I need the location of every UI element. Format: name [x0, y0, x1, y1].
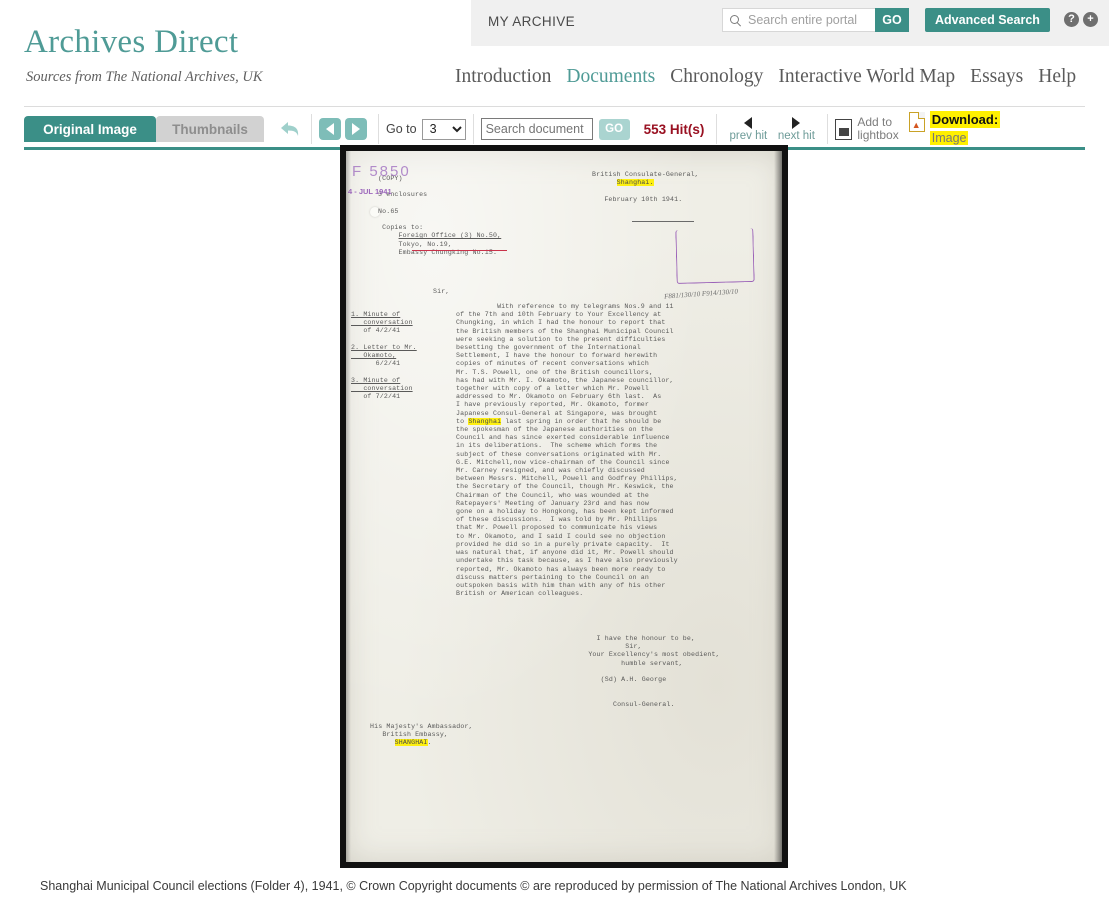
add-to-lightbox-button[interactable]: Add to lightbox	[835, 116, 899, 142]
previous-page-button[interactable]	[319, 118, 341, 140]
undo-icon[interactable]	[276, 116, 304, 142]
nav-item-introduction[interactable]: Introduction	[455, 66, 551, 88]
portal-search-box	[722, 8, 875, 32]
body-part-1: With reference to my telegrams Nos.9 and…	[456, 303, 674, 425]
search-icon	[729, 14, 742, 27]
margin-note-3a: 3. Minute of	[351, 376, 401, 384]
my-archive-link[interactable]: MY ARCHIVE	[488, 14, 575, 29]
site-tagline: Sources from The National Archives, UK	[26, 69, 263, 85]
site-logo[interactable]: Archives Direct	[24, 24, 238, 61]
advanced-search-button[interactable]: Advanced Search	[925, 8, 1050, 32]
hit-count-label: 553 Hit(s)	[643, 121, 705, 137]
toolbar-divider-4	[716, 114, 718, 144]
document-image-viewer[interactable]: (COPY) 3 enclosures No.65 Copies to: For…	[340, 145, 788, 868]
stamp-date: 4 - JUL 1941	[348, 187, 392, 196]
nav-item-interactive-world-map[interactable]: Interactive World Map	[778, 66, 955, 88]
body-highlight-shanghai: Shanghai	[468, 417, 502, 425]
lightbox-label-line1: Add to	[857, 115, 893, 129]
nav-item-help[interactable]: Help	[1038, 66, 1076, 88]
lightbox-labels: Add to lightbox	[857, 116, 898, 142]
search-document-go-button[interactable]: GO	[598, 118, 630, 140]
nav-item-documents[interactable]: Documents	[566, 66, 655, 88]
nav-item-chronology[interactable]: Chronology	[670, 66, 763, 88]
margin-note-2b: Okamoto,	[351, 352, 397, 360]
red-underline-annotation	[412, 250, 507, 252]
date-strikethrough	[632, 221, 694, 222]
main-navigation: Introduction Documents Chronology Intera…	[455, 66, 1076, 88]
goto-label: Go to	[386, 122, 417, 136]
chevron-left-icon	[326, 123, 334, 135]
search-portal-input[interactable]	[746, 12, 875, 28]
prev-hit-arrow-icon	[744, 116, 753, 129]
next-hit-label: next hit	[777, 129, 815, 142]
download-label: Download:	[929, 111, 1001, 128]
address-city-suffix: .	[427, 739, 432, 747]
toolbar-divider-2	[378, 114, 379, 144]
nav-divider	[24, 106, 1085, 107]
next-hit-arrow-icon	[792, 116, 801, 129]
toolbar-divider-5	[827, 114, 829, 144]
body-part-2: last spring in order that he should be t…	[456, 417, 678, 598]
toolbar-divider-1	[311, 114, 312, 144]
image-document-icon	[835, 118, 853, 140]
lightbox-label-line2: lightbox	[857, 128, 899, 142]
plus-icon[interactable]: +	[1083, 12, 1098, 27]
scan-copies-1: Foreign Office (3) No.50,	[398, 232, 502, 240]
portal-search-go-button[interactable]: GO	[875, 8, 909, 32]
document-toolbar: Original Image Thumbnails Go to 3 GO 553…	[24, 111, 1085, 147]
margin-note-1a: 1. Minute of	[351, 311, 401, 318]
margin-note-1b: conversation	[351, 319, 413, 327]
download-labels: Download: Image	[929, 111, 1001, 147]
tab-thumbnails[interactable]: Thumbnails	[156, 116, 264, 142]
margin-note-3c: of 7/2/41	[351, 393, 401, 401]
tab-original-image[interactable]: Original Image	[24, 116, 156, 142]
margin-note-1c: of 4/2/41	[351, 327, 401, 335]
scan-copies-label: Copies to:	[382, 224, 424, 232]
scan-number: No.65	[378, 207, 399, 215]
toolbar-divider-3	[472, 114, 474, 144]
prev-hit-label: prev hit	[729, 129, 768, 142]
address-line-1: His Majesty's Ambassador,	[370, 723, 473, 730]
address-line-2: British Embassy,	[370, 731, 449, 739]
registry-stamp	[675, 227, 755, 285]
margin-note-2a: 2. Letter to Mr.	[351, 343, 417, 351]
download-button[interactable]: Download: Image	[908, 111, 1001, 147]
scan-consulate: British Consulate-General,	[592, 171, 699, 178]
prev-hit-button[interactable]: prev hit	[724, 116, 772, 142]
search-document-input[interactable]	[480, 118, 593, 140]
download-type-link[interactable]: Image	[929, 131, 969, 145]
nav-item-essays[interactable]: Essays	[970, 66, 1023, 88]
goto-page-select[interactable]: 3	[421, 118, 466, 140]
portal-search-group: GO	[722, 8, 909, 32]
next-page-button[interactable]	[345, 118, 367, 140]
margin-note-2c: 6/2/41	[351, 360, 401, 368]
scan-address-block: His Majesty's Ambassador, British Embass…	[370, 723, 782, 862]
margin-note-3b: conversation	[351, 384, 413, 392]
next-hit-button[interactable]: next hit	[772, 116, 820, 142]
document-caption: Shanghai Municipal Council elections (Fo…	[40, 879, 907, 893]
stamp-number: F 5850	[352, 163, 411, 180]
chevron-right-icon	[352, 123, 360, 135]
scan-date: February 10th 1941.	[604, 195, 683, 203]
pdf-file-icon	[908, 112, 925, 132]
help-icon[interactable]: ?	[1064, 12, 1079, 27]
scan-copies-2: Tokyo, No.19,	[398, 240, 452, 248]
address-city-highlight: SHANGHAI	[394, 739, 428, 747]
scanned-page: (COPY) 3 enclosures No.65 Copies to: For…	[346, 151, 782, 862]
scan-city: Shanghai.	[616, 179, 654, 187]
